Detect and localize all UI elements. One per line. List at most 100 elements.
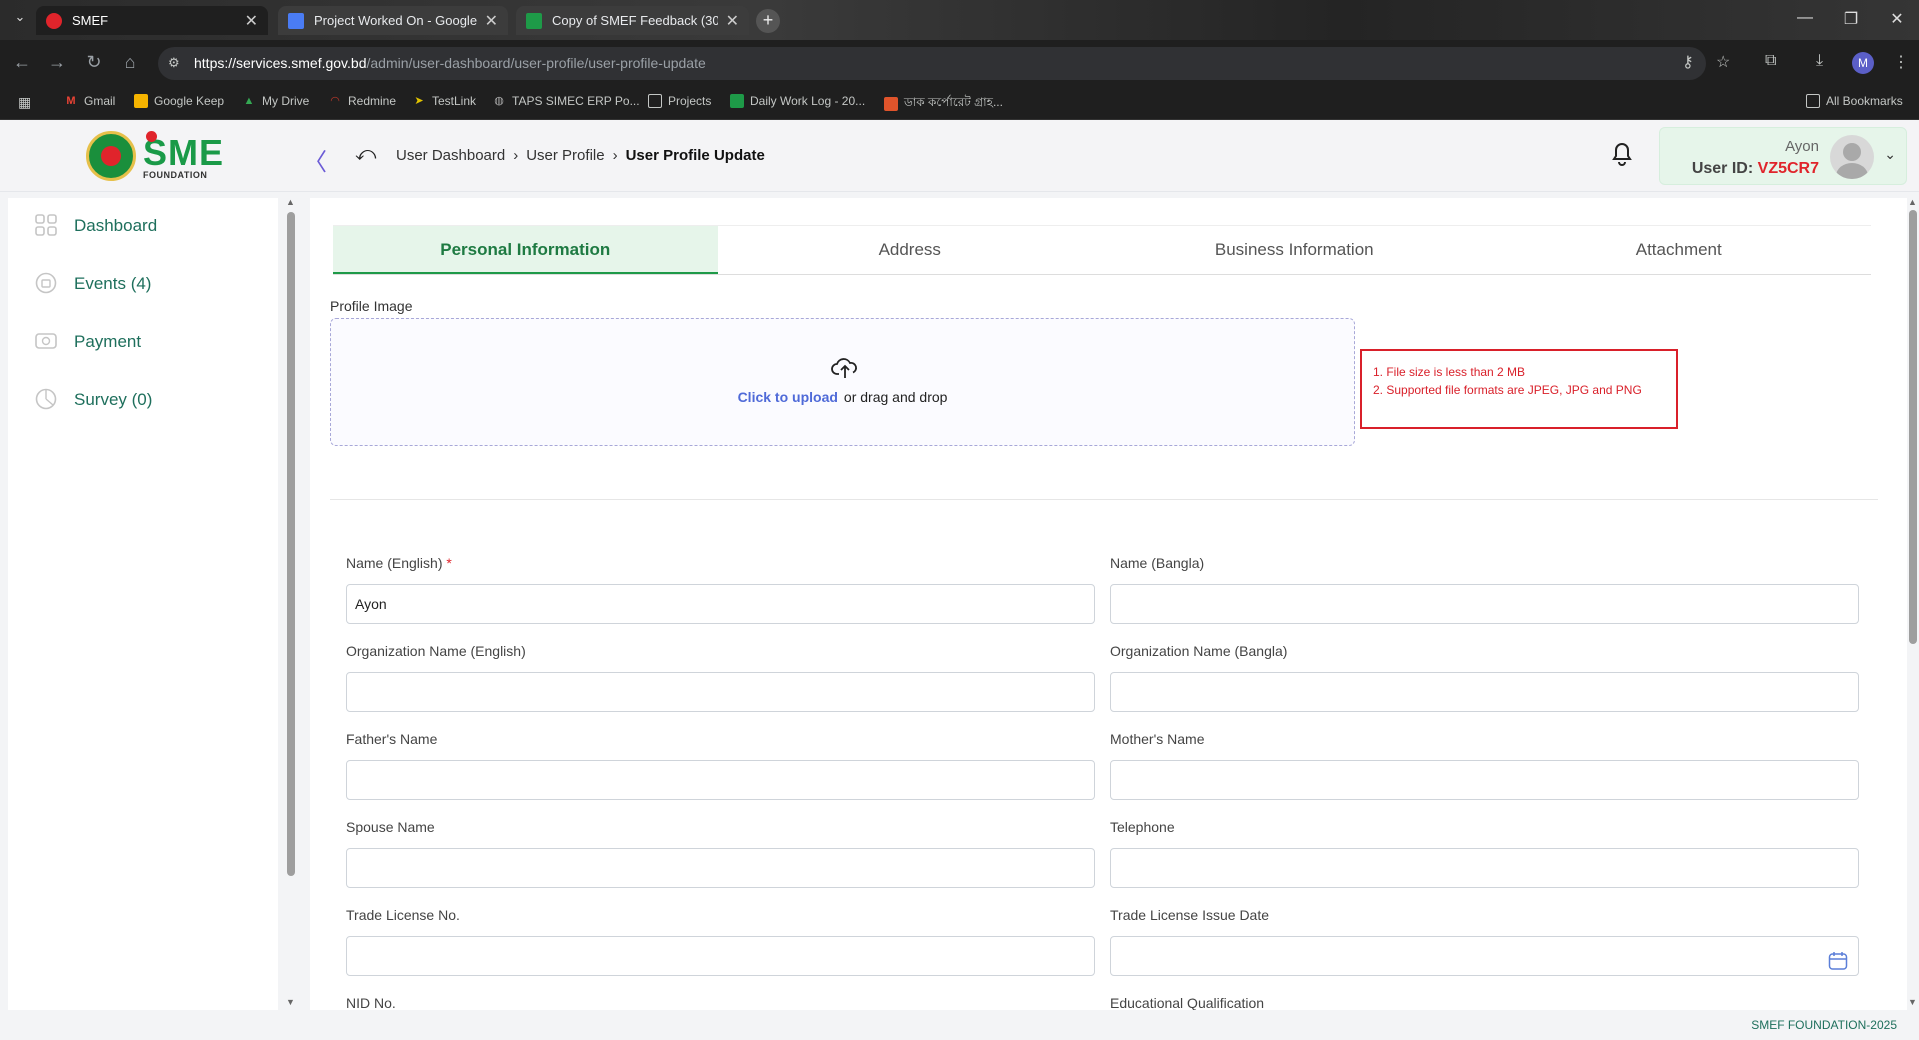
spouse-name-input[interactable]: [346, 848, 1095, 888]
org-name-bangla-input[interactable]: [1110, 672, 1859, 712]
bookmark-label: Daily Work Log - 20...: [750, 94, 866, 108]
bookmark-projects[interactable]: Projects: [648, 94, 711, 108]
download-icon[interactable]: ⤓: [1816, 52, 1823, 70]
scrollbar-thumb[interactable]: [1909, 210, 1917, 644]
bookmark-label: TAPS SIMEC ERP Po...: [512, 94, 640, 108]
form-tabs: Personal Information Address Business In…: [333, 225, 1871, 275]
menu-kebab-icon[interactable]: ⋮: [1893, 52, 1909, 72]
profile-image-dropzone[interactable]: Click to upload or drag and drop: [330, 318, 1355, 446]
home-icon[interactable]: ⌂: [118, 52, 142, 73]
back-arrow-icon[interactable]: ⤺: [355, 143, 376, 166]
footer-copyright: SMEF FOUNDATION-2025: [1751, 1018, 1897, 1032]
bookmark-label: ডাক কর্পোরেট গ্রাহ...: [904, 95, 1003, 109]
trade-license-no-label: Trade License No.: [346, 907, 460, 923]
close-window-icon[interactable]: ✕: [1882, 9, 1912, 29]
new-tab-button[interactable]: +: [756, 9, 780, 33]
sidebar-item-dashboard[interactable]: Dashboard: [34, 214, 157, 238]
bookmark-dak[interactable]: ডাক কর্পোরেট গ্রাহ...: [884, 94, 1003, 114]
close-tab-icon[interactable]: ✕: [485, 11, 498, 31]
name-bangla-input[interactable]: [1110, 584, 1859, 624]
collapse-sidebar-icon[interactable]: 〈: [303, 142, 327, 177]
scroll-up-icon[interactable]: ▲: [286, 197, 295, 207]
browser-tab-docs[interactable]: Project Worked On - Google Do ✕: [278, 6, 508, 35]
site-info-icon[interactable]: ⚙: [168, 55, 180, 71]
profile-image-label: Profile Image: [330, 298, 413, 314]
sidebar: Dashboard Events (4) Payment Survey (0): [8, 198, 278, 1010]
bookmark-testlink[interactable]: ➤ TestLink: [412, 94, 476, 108]
drive-icon: ▲: [243, 95, 255, 107]
bookmark-star-icon[interactable]: ☆: [1716, 52, 1730, 72]
main-scrollbar[interactable]: [1907, 198, 1919, 1010]
reload-icon[interactable]: ↻: [82, 52, 106, 73]
sidebar-item-survey[interactable]: Survey (0): [34, 388, 152, 412]
restore-icon[interactable]: ❐: [1836, 9, 1866, 29]
father-name-input[interactable]: [346, 760, 1095, 800]
mother-name-input[interactable]: [1110, 760, 1859, 800]
bookmark-taps[interactable]: ◍ TAPS SIMEC ERP Po...: [492, 94, 640, 108]
bookmark-daily-log[interactable]: Daily Work Log - 20...: [730, 94, 865, 108]
keep-icon: [134, 94, 148, 108]
org-name-english-input[interactable]: [346, 672, 1095, 712]
notification-bell-icon[interactable]: [1610, 141, 1634, 170]
upload-instructions: Click to upload or drag and drop: [331, 389, 1354, 405]
all-bookmarks[interactable]: All Bookmarks: [1806, 94, 1903, 108]
trade-license-date-input[interactable]: [1110, 936, 1859, 976]
user-avatar: [1830, 135, 1874, 179]
sidebar-item-label: Dashboard: [74, 216, 158, 235]
breadcrumb-user-dashboard[interactable]: User Dashboard: [396, 147, 505, 164]
tab-address[interactable]: Address: [718, 226, 1103, 274]
forward-icon[interactable]: →: [45, 52, 69, 73]
folder-icon: [1806, 94, 1820, 108]
redmine-icon: ◠: [330, 95, 340, 107]
bookmark-drive[interactable]: ▲ My Drive: [242, 94, 310, 108]
password-key-icon[interactable]: ⚷: [1682, 52, 1694, 72]
sheets-icon: [730, 94, 744, 108]
sidebar-scrollbar[interactable]: [286, 198, 296, 1010]
browser-tab-sheets[interactable]: Copy of SMEF Feedback (30.04. ✕: [516, 6, 749, 35]
name-english-input[interactable]: Ayon: [346, 584, 1095, 624]
minimize-icon[interactable]: —: [1790, 9, 1820, 27]
extensions-icon[interactable]: ⧉: [1765, 52, 1776, 70]
address-bar[interactable]: https://services.smef.gov.bd/admin/user-…: [158, 47, 1706, 80]
telephone-input[interactable]: [1110, 848, 1859, 888]
footer: SMEF FOUNDATION-2025: [0, 1010, 1919, 1040]
main-content: Personal Information Address Business In…: [310, 198, 1907, 1010]
breadcrumb-user-profile[interactable]: User Profile: [526, 147, 604, 164]
sidebar-item-payment[interactable]: Payment: [34, 330, 141, 354]
tab-search-chevron-icon[interactable]: ⌄: [8, 9, 32, 25]
cloud-upload-icon: [831, 357, 859, 379]
browser-tab-smef[interactable]: SMEF ✕: [36, 6, 268, 35]
grid-icon: [34, 214, 58, 238]
folder-icon: [648, 94, 662, 108]
chevron-right-icon: ›: [612, 147, 618, 164]
chevron-down-icon[interactable]: ⌄: [1884, 146, 1896, 163]
telephone-label: Telephone: [1110, 819, 1175, 835]
scroll-down-icon[interactable]: ▼: [286, 997, 295, 1007]
bookmark-redmine[interactable]: ◠ Redmine: [328, 94, 396, 108]
sheets-favicon-icon: [526, 12, 542, 29]
close-tab-icon[interactable]: ✕: [726, 11, 739, 31]
trade-license-no-input[interactable]: [346, 936, 1095, 976]
calendar-icon[interactable]: [1828, 947, 1848, 985]
sidebar-item-events[interactable]: Events (4): [34, 272, 151, 296]
back-icon[interactable]: ←: [10, 52, 34, 73]
bookmark-label: My Drive: [262, 94, 310, 108]
trade-license-date-label: Trade License Issue Date: [1110, 907, 1270, 923]
scroll-down-icon[interactable]: ▼: [1908, 997, 1917, 1007]
bookmark-label: TestLink: [432, 94, 477, 108]
bookmark-keep[interactable]: Google Keep: [134, 94, 224, 108]
click-to-upload-link[interactable]: Click to upload: [738, 389, 838, 405]
scrollbar-thumb[interactable]: [287, 212, 295, 876]
tab-attachment[interactable]: Attachment: [1487, 226, 1872, 274]
tab-business-information[interactable]: Business Information: [1102, 226, 1487, 274]
tab-title: SMEF: [72, 13, 109, 28]
scroll-up-icon[interactable]: ▲: [1908, 197, 1917, 207]
name-english-label: Name (English) *: [346, 555, 452, 571]
close-tab-icon[interactable]: ✕: [245, 11, 258, 31]
sidebar-item-label: Events (4): [74, 274, 152, 293]
apps-grid-icon[interactable]: ▦: [18, 94, 31, 111]
tab-personal-information[interactable]: Personal Information: [333, 226, 718, 274]
user-menu[interactable]: Ayon User ID: VZ5CR7 ⌄: [1659, 127, 1907, 185]
bookmark-gmail[interactable]: M Gmail: [64, 94, 115, 108]
profile-avatar[interactable]: M: [1852, 52, 1874, 74]
